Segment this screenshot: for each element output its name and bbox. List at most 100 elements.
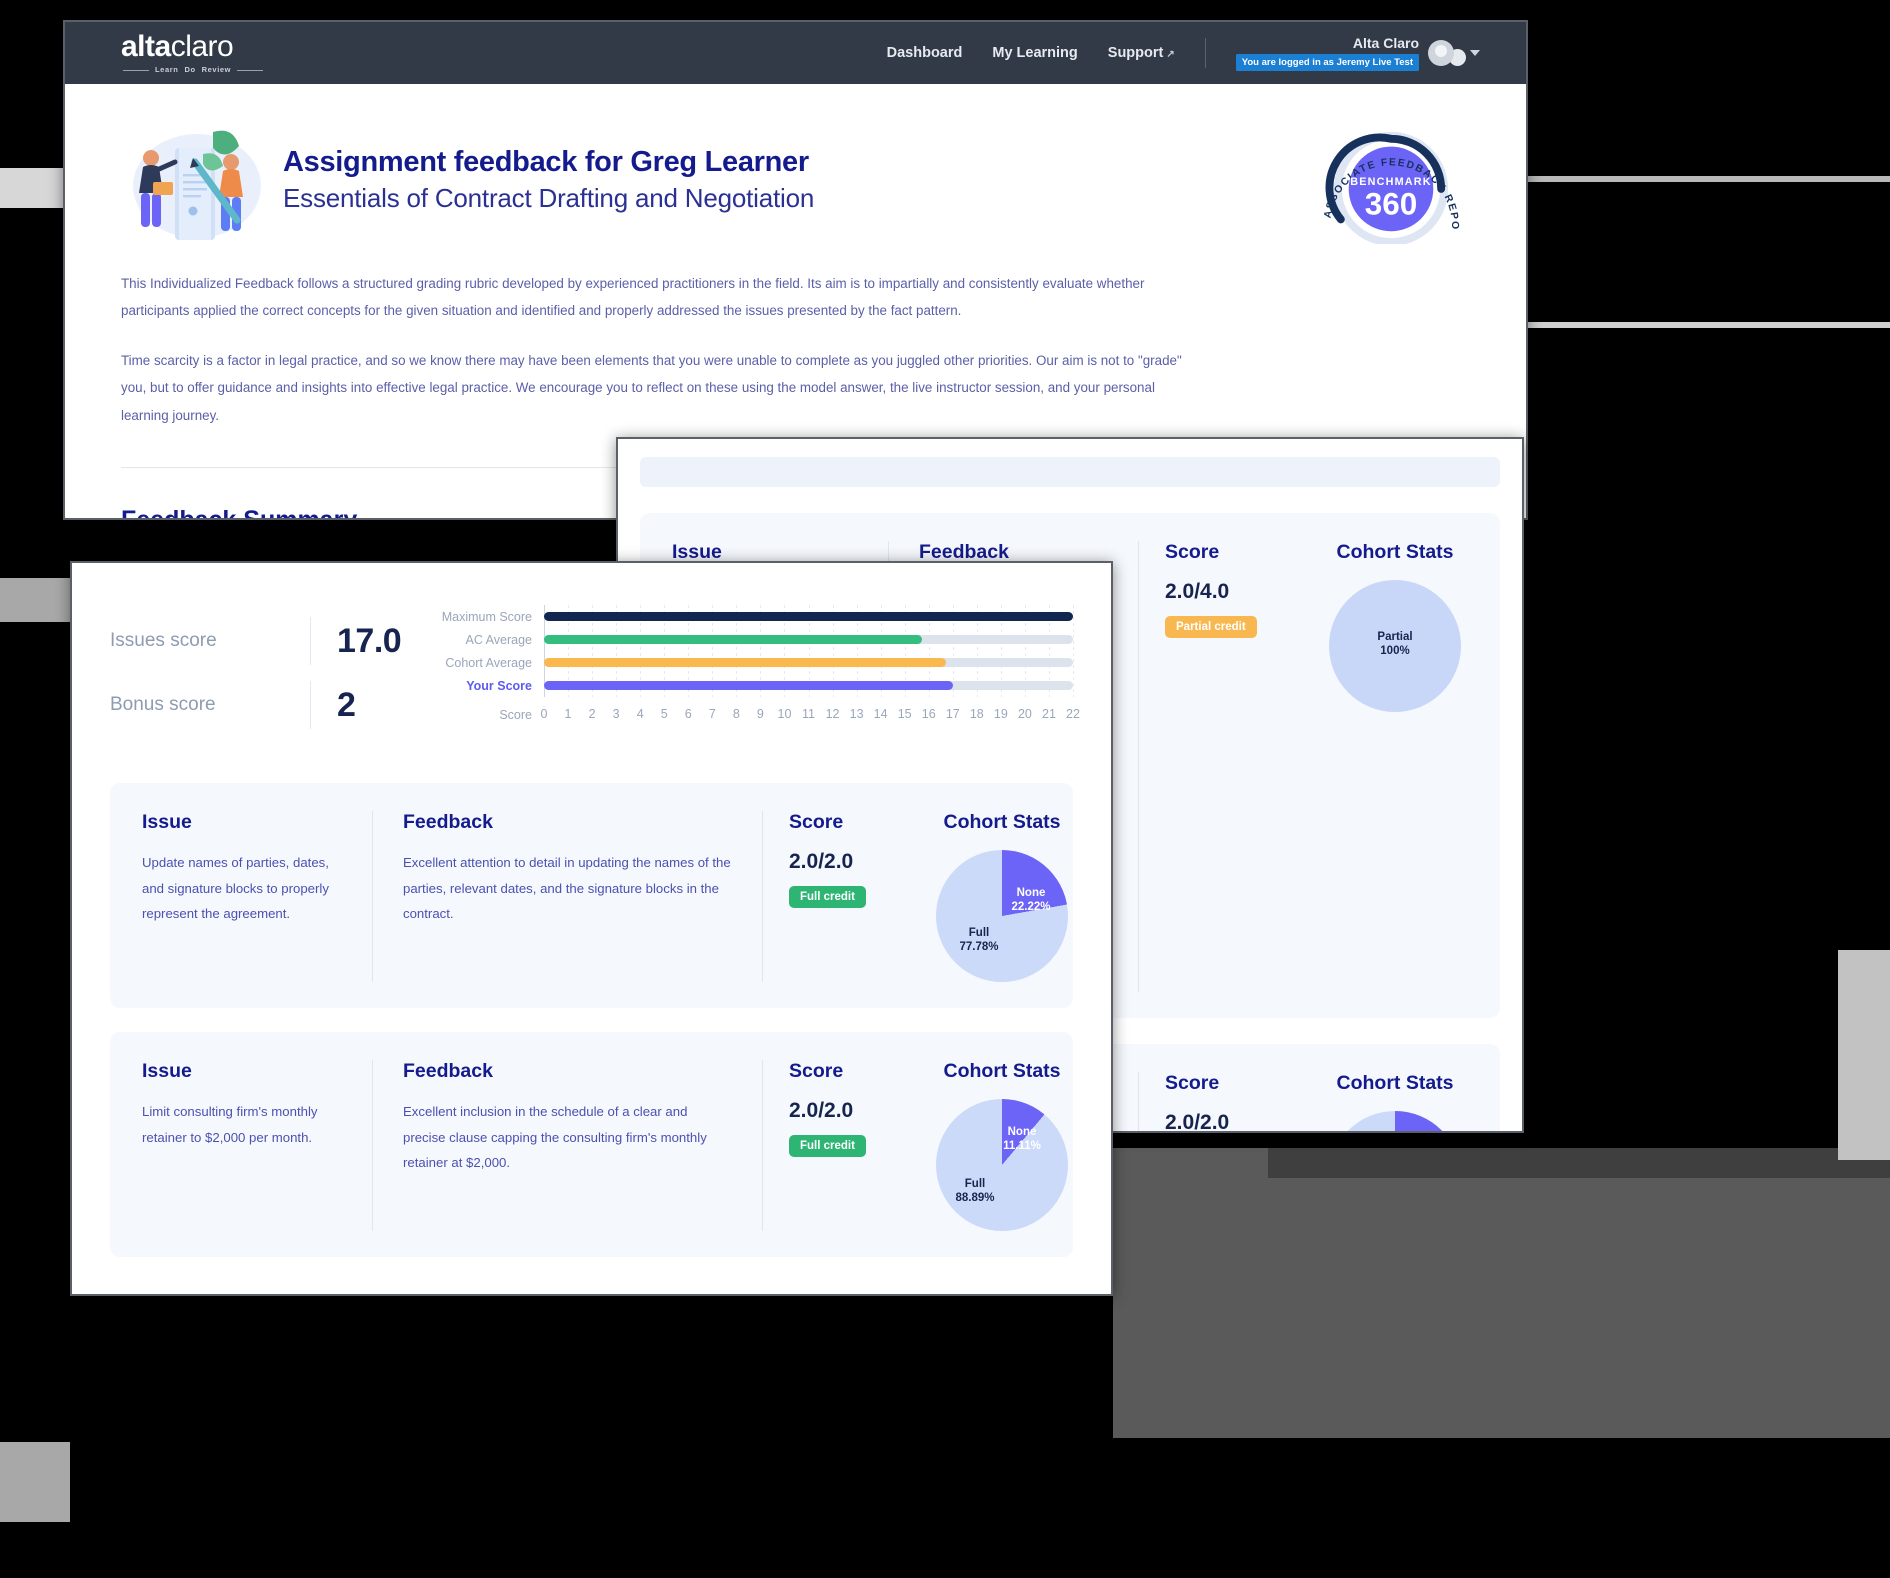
chart-fill-2 xyxy=(544,658,946,667)
cohort-column-2: Cohort Stats Full 22.22% None 11.11% Par… xyxy=(1290,1072,1500,1131)
chart-bar-row: Maximum Score xyxy=(440,605,1073,628)
status-badge: Full credit xyxy=(789,1135,866,1157)
pie-slice-label-none: None 11.11% xyxy=(996,1125,1048,1154)
cohort-column: Cohort Stats Partial 100% xyxy=(1290,541,1500,992)
bonus-score-value: 2 xyxy=(337,685,356,724)
chart-tick-7: 7 xyxy=(708,707,716,721)
bg-artifact-white-band xyxy=(1528,322,1890,328)
chart-tick-9: 9 xyxy=(756,707,764,721)
hero-title-block: Assignment feedback for Greg Learner Ess… xyxy=(283,124,814,214)
chart-fill-1 xyxy=(544,635,922,644)
issue-column: Issue Update names of parties, dates, an… xyxy=(110,811,372,982)
chart-axis-title: Score xyxy=(499,708,532,722)
logo-text-light: claro xyxy=(170,30,234,64)
chart-bar-label-3: Your Score xyxy=(466,678,532,693)
intro-paragraph-2: Time scarcity is a factor in legal pract… xyxy=(121,352,1182,423)
pie-slice-label-full: Full 77.78% xyxy=(950,926,1008,955)
score-column: Score 2.0/2.0 Full credit xyxy=(762,811,902,982)
chart-tick-5: 5 xyxy=(660,707,668,721)
score-row-bonus: Bonus score 2 xyxy=(110,673,440,737)
altaclaro-logo[interactable]: altaclaro Learn Do Review xyxy=(121,30,264,75)
score-and-chart-row: Issues score 17.0 Bonus score 2 Maximum … xyxy=(110,597,1080,737)
chart-tick-1: 1 xyxy=(564,707,572,721)
issue-header: Issue xyxy=(142,1060,192,1082)
score-value: 2.0/2.0 xyxy=(789,850,854,873)
chart-tick-8: 8 xyxy=(732,707,740,721)
logo-tagline-review: Review xyxy=(201,65,232,75)
score-value-2: 2.0/2.0 xyxy=(1165,1110,1230,1133)
score-comparison-chart: Maximum Score AC Average Cohort Average … xyxy=(440,597,1080,723)
chart-tick-16: 16 xyxy=(921,707,936,721)
chart-plot-area: Maximum Score AC Average Cohort Average … xyxy=(440,605,1074,697)
pie-slice-name-none: None xyxy=(1007,1126,1037,1138)
avatar xyxy=(1428,40,1454,66)
chart-tick-2: 2 xyxy=(588,707,596,721)
bg-artifact-dark-right-2 xyxy=(1268,1148,1890,1178)
chart-tick-10: 10 xyxy=(777,707,792,721)
cohort-header: Cohort Stats xyxy=(1336,541,1454,563)
bg-artifact-dark-right xyxy=(1113,1148,1890,1438)
chart-tick-6: 6 xyxy=(684,707,692,721)
logo-tagline: Learn Do Review xyxy=(121,65,264,75)
chart-bar-label-2: Cohort Average xyxy=(445,655,532,670)
pie-slice-percent-none: 22.22% xyxy=(1011,901,1051,914)
chart-tick-18: 18 xyxy=(969,707,984,721)
avatar-group[interactable] xyxy=(1428,40,1480,66)
issue-column: Issue Limit consulting firm's monthly re… xyxy=(110,1060,372,1231)
user-name-label: Alta Claro xyxy=(1352,35,1419,51)
pie-slice-percent-full: 88.89% xyxy=(955,1192,995,1205)
logo-tagline-learn: Learn xyxy=(155,65,179,75)
chart-track-3 xyxy=(544,681,1073,690)
intro-paragraph-1: This Individualized Feedback follows a s… xyxy=(121,276,1145,319)
bonus-score-label: Bonus score xyxy=(110,694,216,715)
issue-text: Update names of parties, dates, and sign… xyxy=(142,855,329,922)
chart-bar-row: Your Score xyxy=(440,674,1073,697)
cohort-pie-chart-2: Full 22.22% None 11.11% Partial 66.67% xyxy=(1329,1110,1461,1131)
user-info-column: Alta Claro You are logged in as Jeremy L… xyxy=(1235,35,1419,71)
logo-tagline-do: Do xyxy=(184,65,196,75)
chart-tick-20: 20 xyxy=(1017,707,1032,721)
pie-slice-name-full: Full xyxy=(964,1178,986,1190)
nav-right-group: Dashboard My Learning Support ↗ Alta Clar… xyxy=(887,35,1480,71)
chart-tick-12: 12 xyxy=(825,707,840,721)
logo-text-bold: alta xyxy=(121,30,171,64)
chevron-down-icon[interactable] xyxy=(1470,50,1480,56)
user-menu[interactable]: Alta Claro You are logged in as Jeremy L… xyxy=(1235,35,1480,71)
chart-tick-4: 4 xyxy=(636,707,644,721)
cohort-column: Cohort Stats None 11.11% Full 88.89% xyxy=(902,1060,1102,1231)
logo-rule-right xyxy=(237,69,264,71)
pie-slice-name-full: Full xyxy=(968,927,990,939)
chart-gridline xyxy=(1073,605,1074,697)
nav-link-support-label: Support xyxy=(1107,45,1164,61)
issue-text: Limit consulting firm's monthly retainer… xyxy=(142,1104,318,1145)
chart-bar-row: AC Average xyxy=(440,628,1073,651)
benchmark-360-badge: ASSOCIATE FEEDBACK REPORT BENCHMARK 360 xyxy=(1308,116,1470,246)
chart-x-axis: Score 0 1 2 3 4 5 6 7 8 9 10 11 12 13 14 15 16 17 18 19 20 21… xyxy=(440,707,1080,723)
issues-score-value: 17.0 xyxy=(337,621,402,660)
nav-link-support[interactable]: Support ↗ xyxy=(1108,45,1175,61)
issue-cards-list: Issue Update names of parties, dates, an… xyxy=(110,783,1073,1257)
chart-track-0 xyxy=(544,612,1073,621)
score-header: Score xyxy=(789,1060,844,1082)
chart-tick-13: 13 xyxy=(849,707,864,721)
issue-card: Issue Limit consulting firm's monthly re… xyxy=(110,1032,1073,1257)
score-header: Score xyxy=(789,811,844,833)
chart-track-2 xyxy=(544,658,1073,667)
panel-top-strip xyxy=(640,457,1500,487)
chart-tick-14: 14 xyxy=(873,707,888,721)
nav-link-my-learning[interactable]: My Learning xyxy=(992,45,1077,61)
score-value: 2.0/2.0 xyxy=(789,1099,854,1122)
pie-slice-label-full: Full 88.89% xyxy=(946,1177,1004,1206)
issue-header: Issue xyxy=(142,811,192,833)
cohort-header: Cohort Stats xyxy=(943,811,1061,833)
pie-slice-name-none: None xyxy=(1016,887,1046,899)
score-column: Score 2.0/2.0 Full credit xyxy=(762,1060,902,1231)
score-divider xyxy=(310,617,311,665)
bg-artifact-gray-strip xyxy=(0,578,70,622)
chart-tick-21: 21 xyxy=(1042,707,1056,721)
chart-bar-label-0: Maximum Score xyxy=(441,609,532,624)
score-summary-list: Issues score 17.0 Bonus score 2 xyxy=(110,597,440,737)
cohort-pie-chart: None 11.11% Full 88.89% xyxy=(936,1099,1068,1231)
nav-link-dashboard[interactable]: Dashboard xyxy=(887,45,963,61)
status-badge: Partial credit xyxy=(1165,616,1257,638)
